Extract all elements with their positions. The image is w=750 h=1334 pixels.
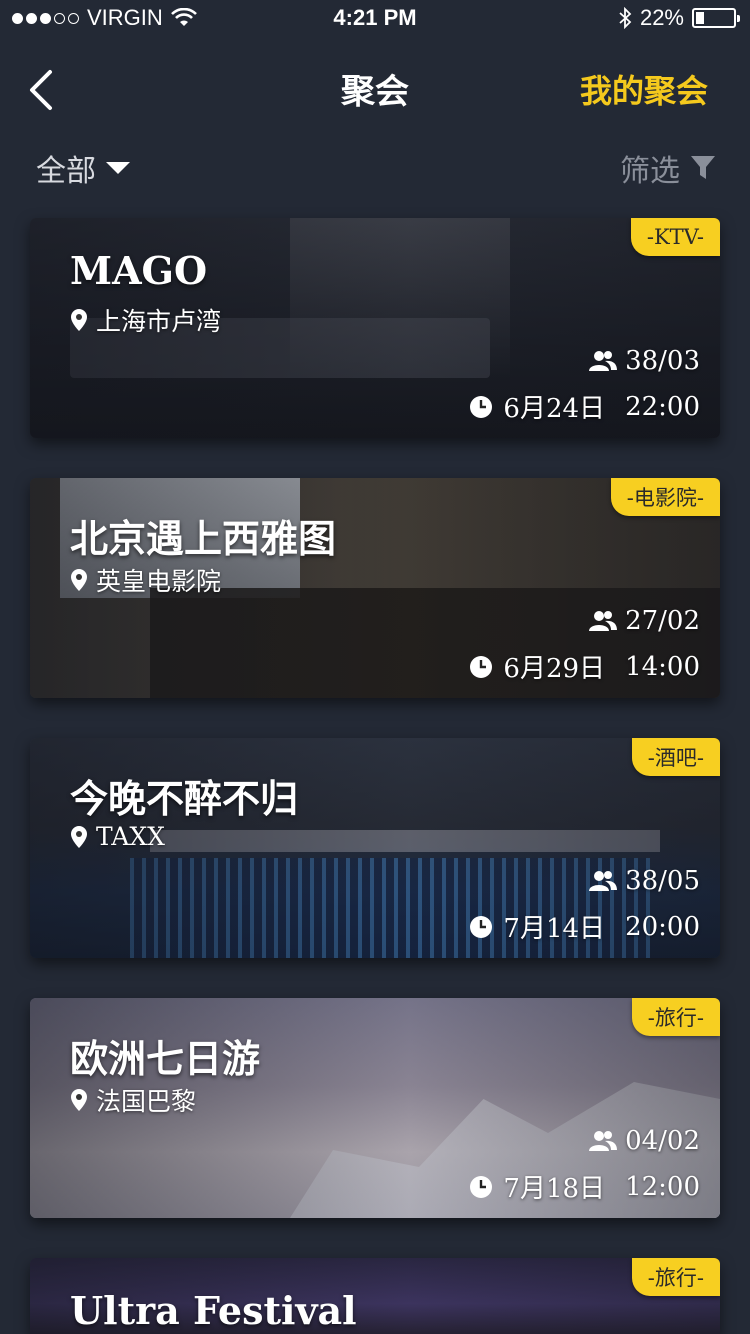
card-datetime: 6月24日 22:00 <box>469 388 700 425</box>
filter-row: 全部 筛选 <box>0 146 750 192</box>
party-card[interactable]: -酒吧- 今晚不醉不归 TAXX 38/05 7月14日 20:00 <box>30 738 720 958</box>
party-card[interactable]: -KTV- MAGO 上海市卢湾 38/03 6月24日 22:00 <box>30 218 720 438</box>
card-title: Ultra Festival <box>70 1288 357 1333</box>
group-icon <box>589 611 618 631</box>
map-pin-icon <box>71 1089 87 1111</box>
map-pin-icon <box>71 569 87 591</box>
location-text: 英皇电影院 <box>96 567 222 596</box>
status-bar: VIRGIN 4:21 PM 22% <box>0 0 750 36</box>
time-text: 20:00 <box>625 911 700 942</box>
clock-icon <box>470 395 493 418</box>
time-text: 14:00 <box>625 651 700 682</box>
clock-icon <box>470 915 493 938</box>
card-datetime: 7月14日 20:00 <box>469 908 700 945</box>
category-label: 全部 <box>36 155 96 188</box>
card-participants: 27/02 <box>589 606 700 636</box>
category-tag: -电影院- <box>610 478 720 516</box>
date-text: 7月18日 <box>503 1174 606 1204</box>
group-icon <box>589 871 618 891</box>
battery-percent: 22% <box>639 5 684 30</box>
participants-count: 27/02 <box>625 606 700 636</box>
time-text: 12:00 <box>625 1171 700 1202</box>
card-datetime: 7月18日 12:00 <box>469 1168 700 1205</box>
location-text: 上海市卢湾 <box>96 307 222 336</box>
category-tag: -旅行- <box>631 1258 720 1296</box>
card-location: TAXX <box>70 822 165 851</box>
group-icon <box>589 351 618 371</box>
time-text: 22:00 <box>625 391 700 422</box>
my-parties-link[interactable]: 我的聚会 <box>580 66 708 112</box>
category-tag: -旅行- <box>631 998 720 1036</box>
card-location: 上海市卢湾 <box>70 302 221 338</box>
category-dropdown[interactable]: 全部 <box>36 146 130 190</box>
battery-icon <box>692 8 740 28</box>
participants-count: 38/03 <box>625 346 700 376</box>
card-location: 英皇电影院 <box>70 562 221 598</box>
participants-count: 04/02 <box>625 1126 700 1156</box>
group-icon <box>589 1131 618 1151</box>
card-title: 今晚不醉不归 <box>70 776 299 821</box>
date-text: 7月14日 <box>503 914 606 944</box>
funnel-icon <box>691 156 715 179</box>
party-card[interactable]: -电影院- 北京遇上西雅图 英皇电影院 27/02 6月29日 14:00 <box>30 478 720 698</box>
location-text: TAXX <box>96 822 165 851</box>
bluetooth-icon <box>619 7 632 29</box>
date-text: 6月29日 <box>503 654 606 684</box>
navigation-bar: 聚会 我的聚会 <box>0 52 750 122</box>
filter-label: 筛选 <box>620 155 680 188</box>
caret-down-icon <box>106 162 130 174</box>
card-title: 欧洲七日游 <box>70 1036 261 1081</box>
card-participants: 38/05 <box>589 866 700 896</box>
clock-icon <box>470 1175 493 1198</box>
party-card[interactable]: -旅行- 欧洲七日游 法国巴黎 04/02 7月18日 12:00 <box>30 998 720 1218</box>
party-card[interactable]: -旅行- Ultra Festival <box>30 1258 720 1334</box>
clock-icon <box>470 655 493 678</box>
card-participants: 04/02 <box>589 1126 700 1156</box>
location-text: 法国巴黎 <box>96 1087 197 1116</box>
card-location: 法国巴黎 <box>70 1082 196 1118</box>
card-participants: 38/03 <box>589 346 700 376</box>
category-tag: -KTV- <box>630 218 720 256</box>
card-title: 北京遇上西雅图 <box>70 516 337 561</box>
category-tag: -酒吧- <box>631 738 720 776</box>
filter-button[interactable]: 筛选 <box>620 146 716 190</box>
map-pin-icon <box>71 825 87 848</box>
participants-count: 38/05 <box>625 866 700 896</box>
card-title: MAGO <box>70 248 208 293</box>
date-text: 6月24日 <box>503 394 606 424</box>
map-pin-icon <box>71 309 87 331</box>
card-datetime: 6月29日 14:00 <box>469 648 700 685</box>
